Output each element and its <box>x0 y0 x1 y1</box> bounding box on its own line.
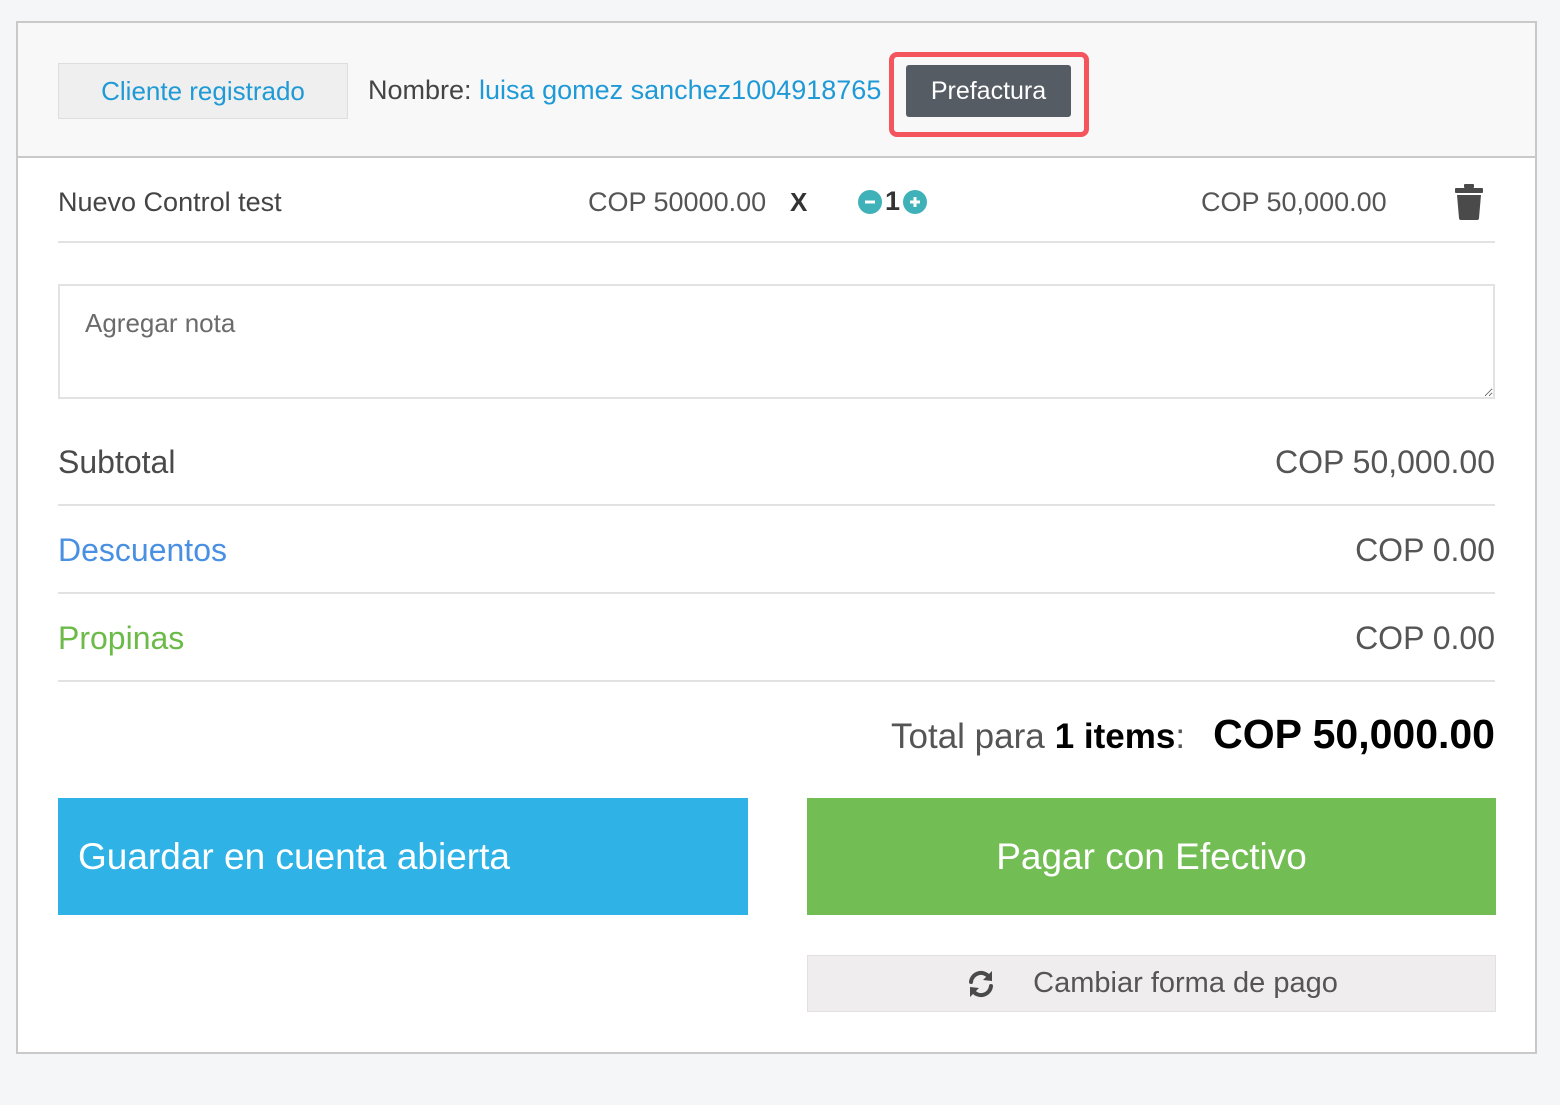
prefactura-button[interactable]: Prefactura <box>906 65 1071 117</box>
total-colon: : <box>1175 717 1186 756</box>
plus-circle-icon[interactable] <box>903 189 928 214</box>
order-panel: Cliente registrado Nombre: luisa gomez s… <box>16 21 1537 1054</box>
tips-row: Propinas COP 0.00 <box>58 594 1495 682</box>
total-label: Total para <box>891 717 1045 756</box>
client-name-row: Nombre: luisa gomez sanchez1004918765 <box>368 75 881 106</box>
sync-icon <box>965 968 997 1000</box>
discounts-link[interactable]: Descuentos <box>58 532 227 569</box>
minus-circle-icon[interactable] <box>858 189 882 214</box>
total-value: COP 50,000.00 <box>1213 711 1495 757</box>
save-open-account-button[interactable]: Guardar en cuenta abierta <box>58 798 748 915</box>
total-row: Total para 1 items : COP 50,000.00 <box>891 711 1495 758</box>
change-payment-label: Cambiar forma de pago <box>1033 967 1338 999</box>
item-multiplier: X <box>790 187 808 217</box>
item-name: Nuevo Control test <box>58 187 282 217</box>
note-textarea[interactable] <box>58 284 1495 399</box>
discounts-value: COP 0.00 <box>1355 532 1495 568</box>
tips-value: COP 0.00 <box>1355 620 1495 656</box>
discounts-row: Descuentos COP 0.00 <box>58 506 1495 594</box>
client-name-label: Nombre: <box>368 75 472 105</box>
change-payment-button[interactable]: Cambiar forma de pago <box>807 955 1496 1012</box>
registered-client-button[interactable]: Cliente registrado <box>58 63 348 119</box>
tips-link[interactable]: Propinas <box>58 620 184 657</box>
subtotal-row: Subtotal COP 50,000.00 <box>58 418 1495 506</box>
item-quantity: 1 <box>885 186 901 216</box>
client-name-link[interactable]: luisa gomez sanchez1004918765 <box>479 75 881 105</box>
quantity-stepper: 1 <box>858 186 928 217</box>
pay-cash-button[interactable]: Pagar con Efectivo <box>807 798 1496 915</box>
trash-icon[interactable] <box>1454 184 1484 220</box>
order-item-row: Nuevo Control test COP 50000.00 X 1 COP … <box>58 160 1495 243</box>
item-line-total: COP 50,000.00 <box>1201 187 1387 217</box>
item-unit-price: COP 50000.00 <box>588 187 767 217</box>
total-item-count: 1 items <box>1054 717 1176 756</box>
order-header: Cliente registrado Nombre: luisa gomez s… <box>18 23 1535 158</box>
subtotal-label: Subtotal <box>58 444 176 480</box>
subtotal-value: COP 50,000.00 <box>1274 444 1495 480</box>
